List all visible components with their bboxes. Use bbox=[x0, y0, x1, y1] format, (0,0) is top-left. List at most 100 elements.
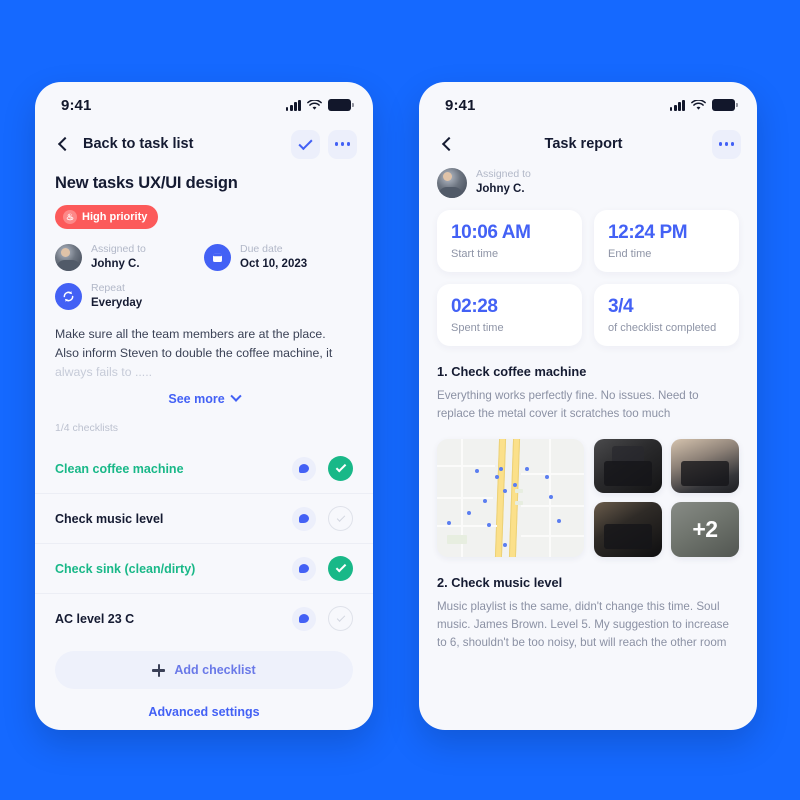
stat-label: Start time bbox=[451, 247, 499, 260]
comment-bubble-icon[interactable] bbox=[292, 556, 316, 581]
battery-full-icon bbox=[328, 99, 354, 111]
report-section-body: Everything works perfectly fine. No issu… bbox=[437, 388, 699, 420]
checklist-label: Clean coffee machine bbox=[55, 461, 184, 476]
stat-card-end-time: 12:24 PM End time bbox=[594, 210, 739, 272]
comment-bubble-icon[interactable] bbox=[292, 456, 316, 481]
wifi-icon bbox=[691, 99, 706, 110]
ellipsis-icon bbox=[334, 142, 351, 146]
stat-value: 02:28 bbox=[451, 295, 498, 317]
chevron-left-icon[interactable] bbox=[55, 136, 71, 152]
nav-actions bbox=[712, 129, 741, 159]
checklist-label: Check music level bbox=[55, 511, 164, 526]
check-icon bbox=[298, 135, 313, 150]
coffee-machine-photo-1[interactable] bbox=[594, 438, 662, 494]
confirm-task-button[interactable] bbox=[291, 129, 320, 159]
page-title: New tasks UX/UI design bbox=[55, 174, 238, 192]
add-checklist-button[interactable]: Add checklist bbox=[55, 651, 353, 690]
checklist-row[interactable]: Clean coffee machine bbox=[35, 444, 373, 493]
status-icons bbox=[669, 99, 738, 111]
stat-value: 3/4 bbox=[608, 295, 634, 317]
add-checklist-label: Add checklist bbox=[174, 663, 256, 678]
report-section-title: 2. Check music level bbox=[437, 574, 563, 590]
status-bar: 9:41 bbox=[419, 82, 757, 122]
stat-label: Spent time bbox=[451, 321, 504, 334]
checklist-count: 1/4 checklists bbox=[55, 422, 119, 435]
checklist-label: AC level 23 C bbox=[55, 611, 135, 626]
chevron-down-icon bbox=[229, 390, 242, 403]
row-actions bbox=[292, 456, 353, 482]
task-meta-grid: Assigned to Johny C. Due date Oct 10, 20… bbox=[55, 243, 353, 311]
stat-label: End time bbox=[608, 247, 652, 260]
meta-label: Due date bbox=[240, 243, 283, 255]
more-options-button[interactable] bbox=[328, 129, 357, 159]
status-icons bbox=[285, 99, 354, 111]
checklist-row[interactable]: Check music level bbox=[35, 493, 373, 543]
stat-value: 10:06 AM bbox=[451, 222, 531, 243]
phone-task-report: 9:41 Task report Assigned to Johny C. 10… bbox=[419, 82, 757, 730]
row-actions bbox=[292, 506, 353, 532]
see-more-button[interactable]: See more bbox=[55, 390, 353, 406]
row-actions bbox=[292, 556, 353, 582]
assigned-label: Assigned to bbox=[476, 168, 531, 181]
description-line-1: Make sure all the team members are at th… bbox=[55, 327, 326, 342]
stat-cards: 10:06 AM Start time 12:24 PM End time 02… bbox=[437, 210, 739, 346]
avatar bbox=[55, 244, 82, 272]
check-circle-icon[interactable] bbox=[328, 506, 353, 532]
check-circle-icon[interactable] bbox=[328, 456, 353, 482]
meta-label: Repeat bbox=[91, 282, 125, 295]
status-time: 9:41 bbox=[61, 96, 92, 114]
report-scroll-area[interactable]: Assigned to Johny C. 10:06 AM Start time… bbox=[419, 166, 757, 730]
meta-assigned-to: Assigned to Johny C. bbox=[55, 243, 204, 272]
screen-background: 9:41 Back to task list New tasks UX/UI d… bbox=[0, 0, 800, 800]
task-report-content: Assigned to Johny C. 10:06 AM Start time… bbox=[419, 168, 757, 652]
checklist-row[interactable]: Check sink (clean/dirty) bbox=[35, 543, 373, 593]
coffee-machine-photo-3[interactable] bbox=[594, 502, 662, 557]
meta-label: Assigned to bbox=[91, 243, 146, 255]
repeat-icon bbox=[55, 283, 82, 311]
navigation-bar: Task report bbox=[419, 122, 757, 166]
status-bar: 9:41 bbox=[35, 82, 373, 122]
task-description: Make sure all the team members are at th… bbox=[55, 325, 353, 382]
nav-actions bbox=[291, 129, 357, 159]
sink-photo[interactable]: +2 bbox=[671, 502, 739, 557]
calendar-icon bbox=[204, 244, 231, 272]
more-options-button[interactable] bbox=[712, 129, 741, 159]
comment-bubble-icon[interactable] bbox=[292, 506, 316, 531]
plus-icon bbox=[152, 663, 166, 677]
cellular-signal-icon bbox=[669, 99, 685, 111]
meta-value: Johny C. bbox=[91, 257, 140, 270]
check-circle-icon[interactable] bbox=[328, 606, 353, 632]
stat-value: 12:24 PM bbox=[608, 222, 688, 243]
meta-due-date: Due date Oct 10, 2023 bbox=[204, 243, 353, 272]
task-detail-content: New tasks UX/UI design ♨ High priority A… bbox=[35, 166, 373, 434]
avatar bbox=[437, 168, 467, 198]
cellular-signal-icon bbox=[285, 99, 301, 111]
navigation-bar: Back to task list bbox=[35, 122, 373, 166]
priority-label: High priority bbox=[82, 211, 148, 223]
coffee-machine-photo-2[interactable] bbox=[671, 438, 739, 494]
checklist-label: Check sink (clean/dirty) bbox=[55, 561, 196, 576]
comment-bubble-icon[interactable] bbox=[292, 606, 316, 631]
stat-label: of checklist completed bbox=[608, 321, 717, 334]
map-thumbnail[interactable] bbox=[437, 438, 584, 557]
page-title: Task report bbox=[544, 136, 623, 152]
meta-value: Oct 10, 2023 bbox=[240, 257, 308, 270]
photo-thumbnails: +2 bbox=[594, 438, 739, 557]
stat-card-start-time: 10:06 AM Start time bbox=[437, 210, 582, 272]
meta-repeat: Repeat Everyday bbox=[55, 282, 204, 311]
report-section-title: 1. Check coffee machine bbox=[437, 363, 587, 379]
back-to-task-list-label[interactable]: Back to task list bbox=[83, 136, 193, 152]
report-section-body: Music playlist is the same, didn't chang… bbox=[437, 599, 729, 649]
stat-card-checklist-completed: 3/4 of checklist completed bbox=[594, 283, 739, 346]
checklist-row[interactable]: AC level 23 C bbox=[35, 593, 373, 643]
meta-value: Everyday bbox=[91, 296, 143, 309]
battery-full-icon bbox=[712, 99, 738, 111]
chevron-left-icon[interactable] bbox=[439, 136, 455, 152]
ellipsis-icon bbox=[718, 142, 735, 146]
status-badge: ♨ High priority bbox=[55, 205, 159, 229]
description-line-2: Also inform Steven to double the coffee … bbox=[55, 346, 333, 361]
check-circle-icon[interactable] bbox=[328, 556, 353, 582]
advanced-settings-link[interactable]: Advanced settings bbox=[35, 705, 373, 719]
status-time: 9:41 bbox=[445, 96, 476, 114]
flame-icon: ♨ bbox=[63, 210, 77, 224]
